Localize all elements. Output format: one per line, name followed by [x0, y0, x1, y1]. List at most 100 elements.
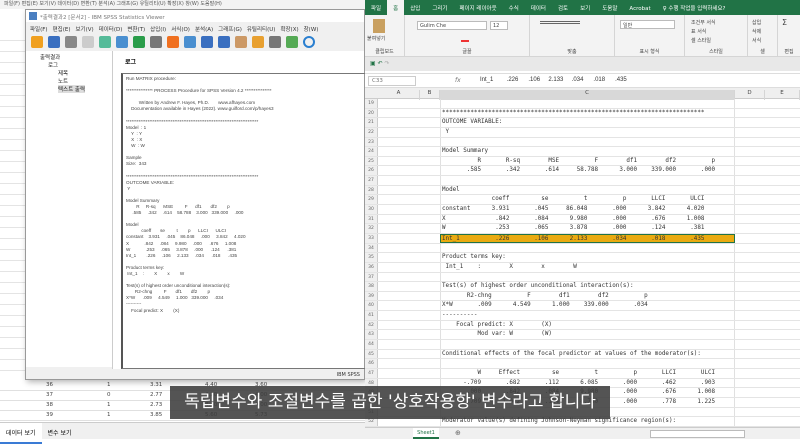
- ribbon-tab[interactable]: 도움말: [596, 0, 623, 15]
- cell-c[interactable]: [440, 176, 735, 185]
- row-header[interactable]: 30: [365, 205, 378, 214]
- row-header[interactable]: 26: [365, 166, 378, 175]
- row-header[interactable]: 34: [365, 244, 378, 253]
- font-size-select[interactable]: 12: [490, 21, 508, 30]
- tree-output[interactable]: 출력결과: [40, 53, 60, 61]
- row-header[interactable]: 36: [365, 263, 378, 272]
- cell-c[interactable]: [440, 359, 735, 368]
- cell-c[interactable]: Focal predict: X (X): [440, 321, 735, 330]
- cell-c[interactable]: [440, 244, 735, 253]
- cell[interactable]: 3.31: [150, 382, 162, 388]
- case-number[interactable]: 38: [46, 402, 53, 408]
- goto-data-icon[interactable]: [116, 36, 128, 48]
- name-box[interactable]: C33: [368, 76, 416, 86]
- row-header[interactable]: 37: [365, 273, 378, 282]
- case-number[interactable]: 36: [46, 382, 53, 388]
- goto-case-icon[interactable]: [167, 36, 179, 48]
- cell[interactable]: 1: [107, 382, 111, 388]
- tree-title[interactable]: 제목: [58, 69, 68, 77]
- row-header[interactable]: 47: [365, 369, 378, 378]
- ribbon-tab[interactable]: 삽입: [404, 0, 426, 15]
- cell[interactable]: 0: [107, 392, 111, 398]
- cell-c[interactable]: Mod var: W (W): [440, 330, 735, 339]
- designate-window-icon[interactable]: [235, 36, 247, 48]
- ribbon-tab[interactable]: 페이지 레이아웃: [454, 0, 503, 15]
- table-format-button[interactable]: 표 서식: [691, 28, 706, 35]
- ribbon-tab[interactable]: 파일: [365, 0, 387, 15]
- variables-icon[interactable]: [184, 36, 196, 48]
- hide-icon[interactable]: [269, 36, 281, 48]
- tree-notes[interactable]: 노트: [58, 77, 68, 85]
- row-header[interactable]: 41: [365, 311, 378, 320]
- cell[interactable]: 1: [107, 402, 111, 408]
- ribbon-tab[interactable]: 데이터: [525, 0, 552, 15]
- data-grid[interactable]: [0, 30, 25, 380]
- undo-icon[interactable]: ↶: [378, 60, 383, 67]
- cell-c[interactable]: Int_1 : X x W: [440, 263, 735, 272]
- ribbon-tab[interactable]: 보기: [574, 0, 596, 15]
- ribbon-tab[interactable]: 그리기: [426, 0, 453, 15]
- export-icon[interactable]: [99, 36, 111, 48]
- cell-c[interactable]: constant 3.931 .045 86.048 .000 3.842 4.…: [440, 205, 735, 214]
- row-header[interactable]: 44: [365, 340, 378, 349]
- case-number[interactable]: 39: [46, 412, 53, 418]
- autosum-icon[interactable]: Σ: [782, 18, 787, 27]
- row-header[interactable]: 32: [365, 224, 378, 233]
- row-header[interactable]: 19: [365, 99, 378, 108]
- save-icon[interactable]: ▣: [370, 60, 376, 67]
- insert-button[interactable]: 삽입: [752, 19, 761, 26]
- undo-icon[interactable]: [133, 36, 145, 48]
- menu-data[interactable]: 데이터(D): [99, 27, 123, 33]
- open-icon[interactable]: [31, 36, 43, 48]
- ribbon-tab[interactable]: 검토: [552, 0, 574, 15]
- search-icon[interactable]: [303, 36, 315, 48]
- cell-c[interactable]: Model: [440, 186, 735, 195]
- cell-c[interactable]: Test(s) of highest order unconditional i…: [440, 282, 735, 291]
- row-header[interactable]: 46: [365, 359, 378, 368]
- cell-c[interactable]: [440, 273, 735, 282]
- row-header[interactable]: 25: [365, 157, 378, 166]
- ribbon-tab[interactable]: 수식: [503, 0, 525, 15]
- fx-icon[interactable]: fx: [455, 77, 461, 84]
- text-output-box[interactable]: Run MATRIX procedure: *************** PR…: [121, 73, 365, 369]
- cell-c[interactable]: [440, 340, 735, 349]
- print-preview-icon[interactable]: [82, 36, 94, 48]
- align-icon[interactable]: [540, 21, 580, 24]
- cell-c[interactable]: [440, 138, 735, 147]
- ribbon-tab[interactable]: Acrobat: [623, 2, 656, 15]
- row-header[interactable]: 23: [365, 138, 378, 147]
- font-name-select[interactable]: Gulim Che: [417, 21, 487, 30]
- cell-c[interactable]: R R-sq MSE F df1 df2 p: [440, 157, 735, 166]
- row-header[interactable]: 24: [365, 147, 378, 156]
- cell-c[interactable]: Int_1 .226 .106 2.133 .034 .018 .435: [440, 234, 735, 243]
- cell[interactable]: 2.73: [150, 402, 162, 408]
- row-header[interactable]: 40: [365, 301, 378, 310]
- number-format-select[interactable]: 일반: [620, 20, 675, 29]
- cell[interactable]: 3.85: [150, 412, 162, 418]
- redo-icon[interactable]: ↷: [385, 60, 390, 67]
- add-sheet-icon[interactable]: ⊕: [455, 429, 461, 437]
- cell-c[interactable]: Model Summary: [440, 147, 735, 156]
- cell[interactable]: 1: [107, 412, 111, 418]
- print-icon[interactable]: [65, 36, 77, 48]
- menu-edit[interactable]: 편집(E): [53, 27, 71, 33]
- tab-data-view[interactable]: 데이터 보기: [0, 423, 42, 444]
- font-color-icon[interactable]: [461, 35, 469, 42]
- row-header[interactable]: 35: [365, 253, 378, 262]
- cell-c[interactable]: Y: [440, 128, 735, 137]
- ribbon-tab[interactable]: ♀ 수행 작업을 입력하세요?: [657, 0, 732, 15]
- cell-c[interactable]: X*W .009 4.549 1.000 339.000 .034: [440, 301, 735, 310]
- row-header[interactable]: 28: [365, 186, 378, 195]
- menu-view[interactable]: 보기(V): [75, 27, 93, 33]
- cell-c[interactable]: .585 .342 .614 58.788 3.000 339.000 .000: [440, 166, 735, 175]
- menu-extensions[interactable]: 확장(X): [280, 27, 298, 33]
- sheet-tab-sheet1[interactable]: Sheet1: [413, 428, 439, 439]
- row-header[interactable]: 45: [365, 350, 378, 359]
- menu-file[interactable]: 파일(F): [30, 27, 48, 33]
- menu-window[interactable]: 창(W): [304, 27, 319, 33]
- ribbon-tab[interactable]: 홈: [387, 0, 404, 15]
- cell-c[interactable]: R2-chng F df1 df2 p: [440, 292, 735, 301]
- row-header[interactable]: 43: [365, 330, 378, 339]
- cell-c[interactable]: Conditional effects of the focal predict…: [440, 350, 735, 359]
- row-header[interactable]: 39: [365, 292, 378, 301]
